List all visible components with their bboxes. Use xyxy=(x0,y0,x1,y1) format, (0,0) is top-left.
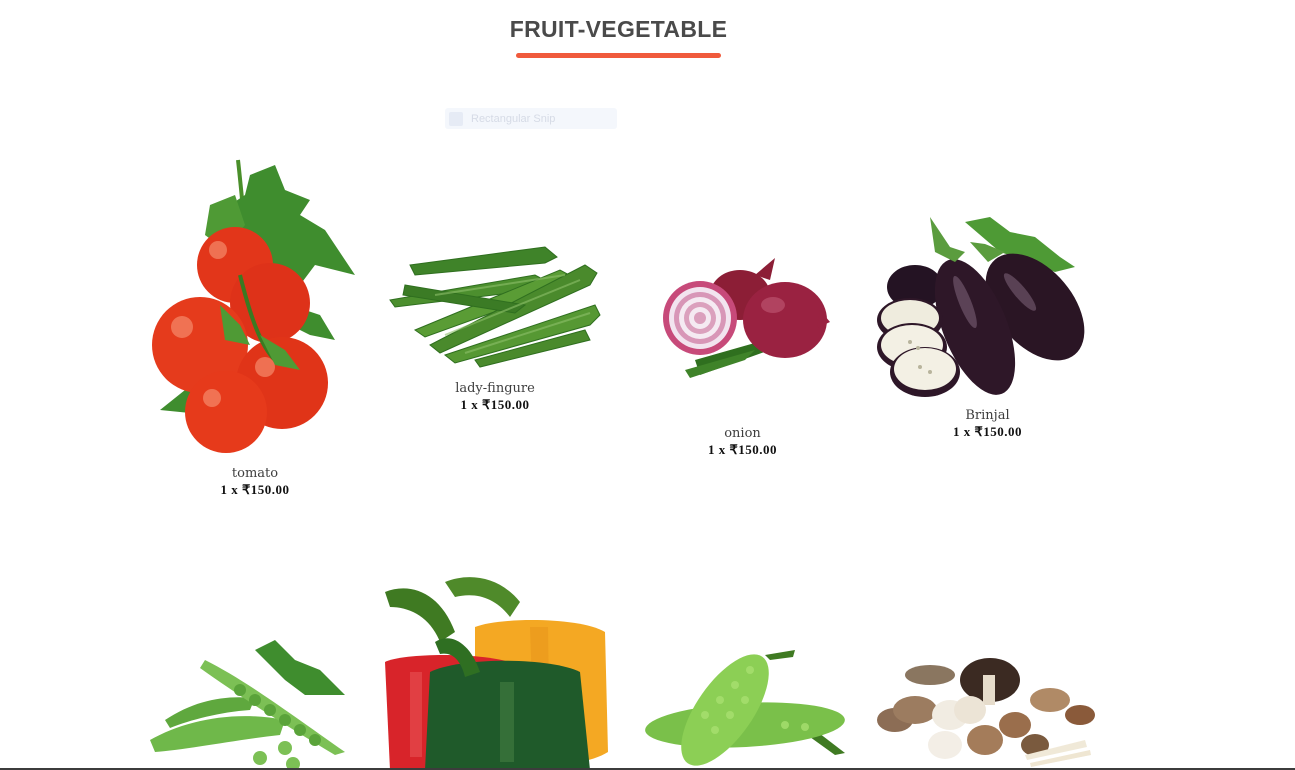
section-title: FRUIT-VEGETABLE xyxy=(509,16,728,42)
product-card-lady-fingure[interactable]: lady-fingure 1 x ₹150.00 xyxy=(385,235,605,413)
product-name[interactable]: onion xyxy=(645,426,840,441)
product-name[interactable]: tomato xyxy=(150,466,360,481)
product-price: 1 x ₹150.00 xyxy=(952,424,1023,439)
product-name[interactable]: lady-fingure xyxy=(385,381,605,396)
product-card-peas[interactable] xyxy=(145,640,355,770)
product-card-tomato[interactable]: tomato 1 x ₹150.00 xyxy=(150,155,360,498)
bell-pepper-image[interactable] xyxy=(380,572,615,770)
mushroom-image[interactable] xyxy=(875,655,1100,770)
tomato-image[interactable] xyxy=(150,155,360,460)
rectangular-snip-tag: Rectangular Snip xyxy=(445,108,617,129)
okra-image[interactable] xyxy=(385,235,605,375)
product-name[interactable]: Brinjal xyxy=(870,408,1105,423)
peas-image[interactable] xyxy=(145,640,355,770)
title-underline xyxy=(516,53,721,58)
product-card-onion[interactable]: onion 1 x ₹150.00 xyxy=(645,250,840,458)
onion-image[interactable] xyxy=(645,250,840,420)
product-card-bitter-gourd[interactable] xyxy=(635,645,850,770)
brinjal-image[interactable] xyxy=(870,212,1105,402)
product-card-brinjal[interactable]: Brinjal 1 x ₹150.00 xyxy=(870,212,1105,440)
product-price: 1 x ₹150.00 xyxy=(220,482,290,497)
snip-label: Rectangular Snip xyxy=(471,112,556,125)
product-card-bell-pepper[interactable] xyxy=(380,572,615,770)
product-price: 1 x ₹150.00 xyxy=(460,397,530,412)
bitter-gourd-image[interactable] xyxy=(635,645,850,770)
product-price: 1 x ₹150.00 xyxy=(707,442,778,457)
product-card-mushroom[interactable] xyxy=(875,655,1100,770)
snip-icon xyxy=(449,111,463,126)
